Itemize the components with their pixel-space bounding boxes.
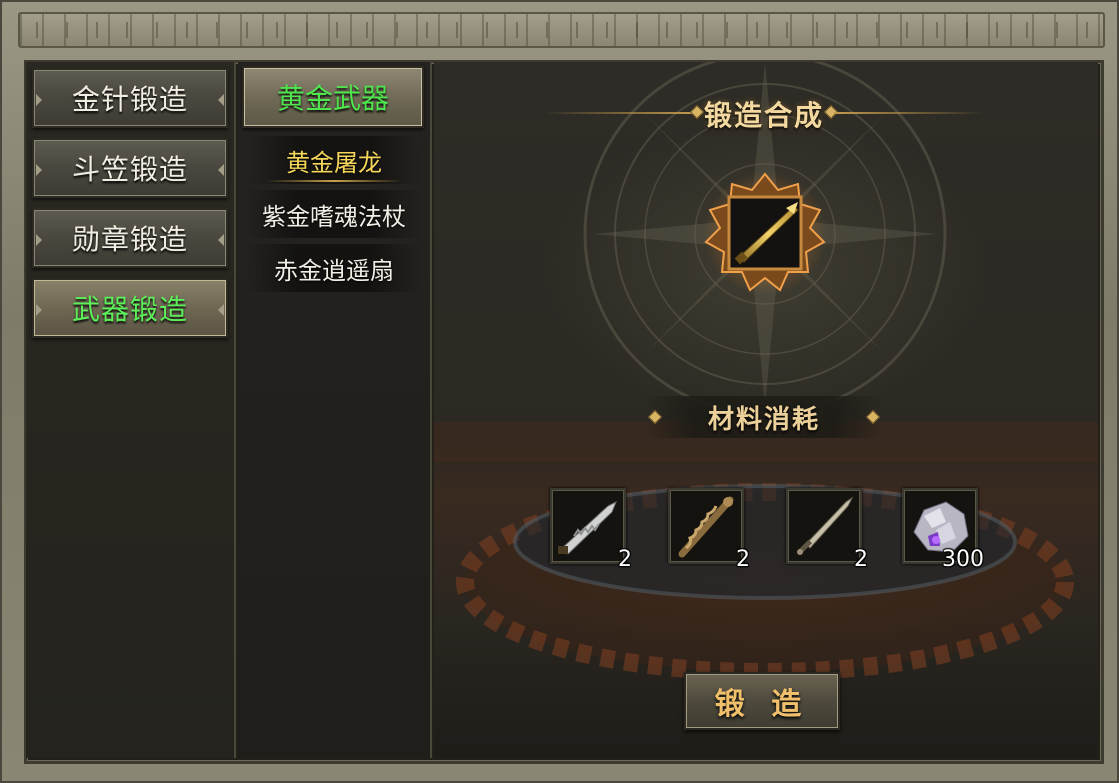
golden-dragon-sword-icon: [703, 171, 827, 295]
material-slot[interactable]: 300: [902, 488, 984, 572]
list-item-golden-dragon-slayer[interactable]: 黄金屠龙: [246, 136, 422, 184]
material-slot[interactable]: 2: [786, 488, 868, 572]
tab-bamboo-hat-forge[interactable]: 斗笠锻造: [32, 138, 228, 198]
tab-arrow-left-icon: [36, 304, 42, 316]
tab-arrow-right-icon: [218, 94, 224, 106]
materials-label: 材料消耗: [707, 404, 820, 435]
frame-top-ornament: [18, 12, 1105, 48]
tab-weapon-forge[interactable]: 武器锻造: [32, 278, 228, 338]
title-line-right: [834, 112, 984, 114]
serrated-blade-icon: [558, 500, 617, 555]
tab-label: 金针锻造: [71, 83, 188, 116]
tab-arrow-right-icon: [218, 164, 224, 176]
forge-title: 锻造合成: [703, 99, 824, 132]
short-sword-icon: [797, 496, 854, 555]
diamond-ornament-icon: [865, 409, 881, 425]
diamond-ornament-icon: [689, 104, 705, 120]
tab-arrow-left-icon: [36, 94, 42, 106]
tab-arrow-left-icon: [36, 234, 42, 246]
tab-label: 勋章锻造: [71, 223, 188, 256]
forge-title-bar: 锻造合成: [544, 92, 984, 136]
material-count: 2: [618, 547, 632, 572]
sub-category-header[interactable]: 黄金武器: [242, 66, 424, 128]
material-slot[interactable]: 2: [550, 488, 632, 572]
materials-header: 材料消耗: [646, 396, 882, 438]
material-count: 2: [854, 547, 868, 572]
tab-arrow-left-icon: [36, 164, 42, 176]
material-slot[interactable]: 2: [668, 488, 750, 572]
category-column: 金针锻造 斗笠锻造 勋章锻造 武器锻造: [26, 62, 236, 758]
list-item-red-gold-fan[interactable]: 赤金逍遥扇: [246, 244, 422, 292]
tab-label: 武器锻造: [71, 293, 188, 326]
title-line-left: [544, 112, 694, 114]
tab-arrow-right-icon: [218, 304, 224, 316]
forge-panel: 锻造合成 材料消耗 2 2 2 300 锻 造: [434, 62, 1098, 758]
item-list-column: 黄金武器 黄金屠龙 紫金嗜魂法杖 赤金逍遥扇: [238, 62, 432, 758]
tab-golden-pin-forge[interactable]: 金针锻造: [32, 68, 228, 128]
material-count: 2: [736, 547, 750, 572]
forge-button[interactable]: 锻 造: [684, 672, 840, 730]
list-item-purple-gold-staff[interactable]: 紫金嗜魂法杖: [246, 190, 422, 238]
tab-arrow-right-icon: [218, 234, 224, 246]
tab-medal-forge[interactable]: 勋章锻造: [32, 208, 228, 268]
material-count: 300: [942, 547, 984, 572]
twisted-staff-icon: [678, 496, 734, 558]
diamond-ornament-icon: [647, 409, 663, 425]
tab-label: 斗笠锻造: [71, 153, 188, 186]
forge-result-slot[interactable]: [702, 170, 828, 296]
